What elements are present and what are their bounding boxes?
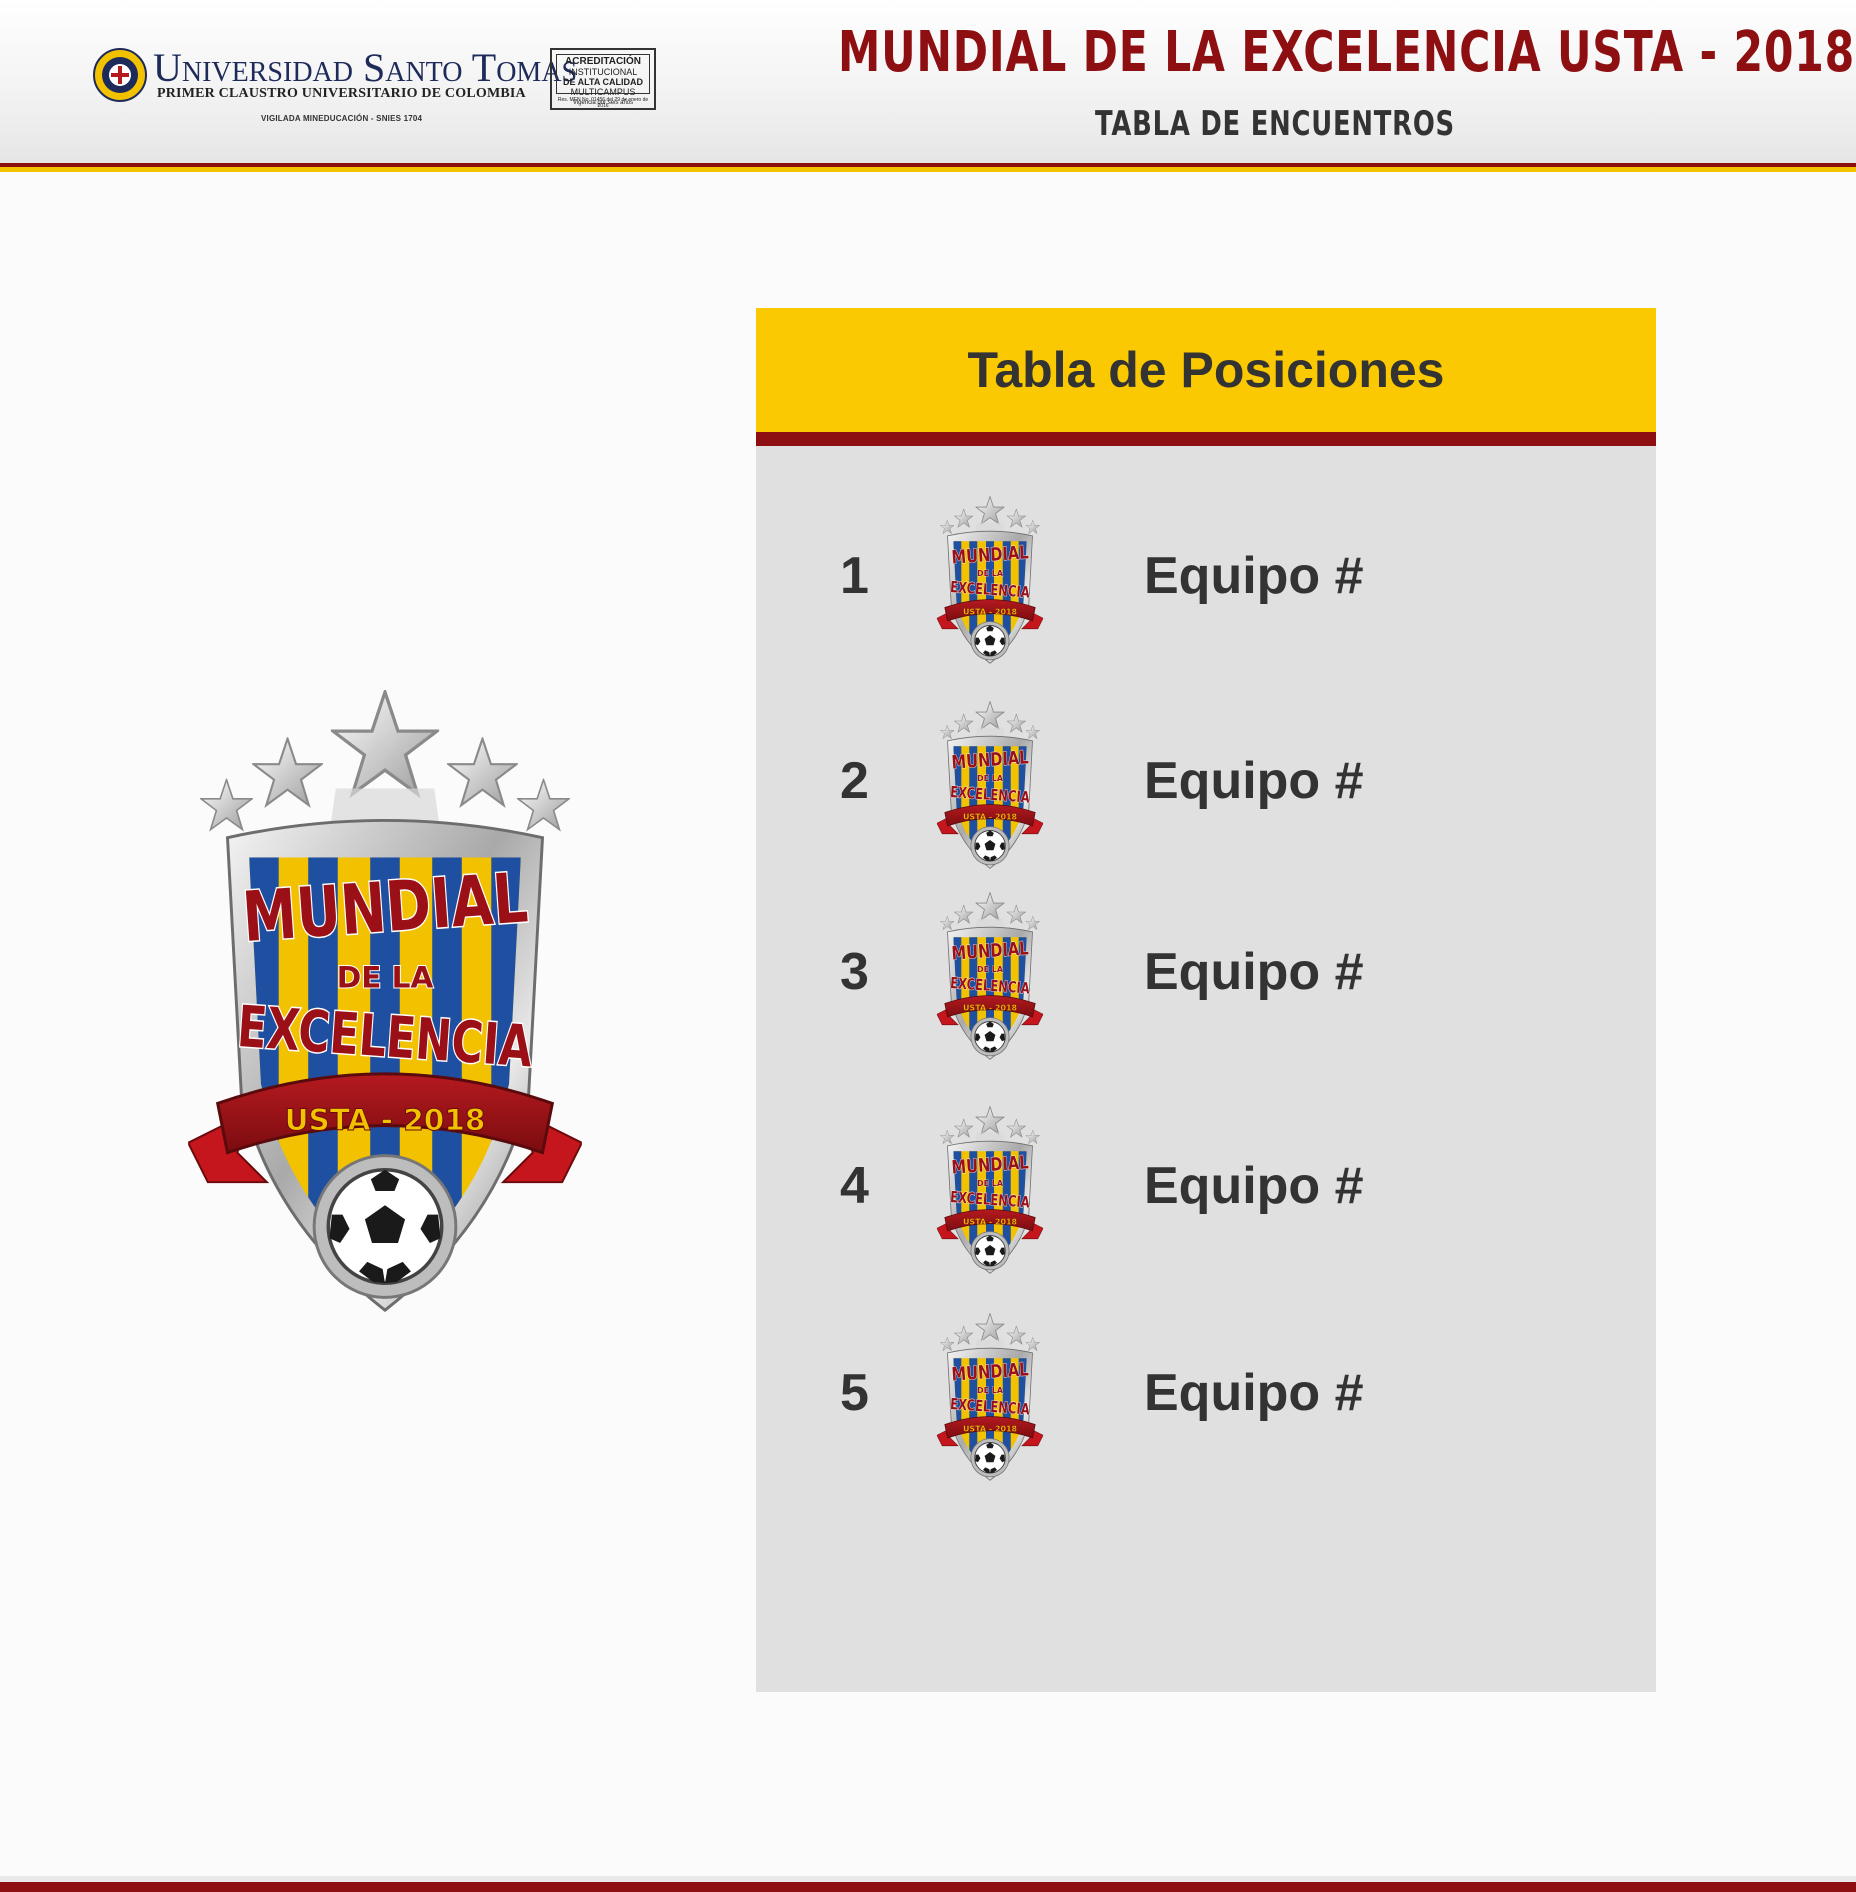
event-title: MUNDIAL DE LA EXCELENCIA USTA - 2018 bbox=[838, 20, 1855, 85]
team-rank: 1 bbox=[840, 547, 869, 605]
team-emblem-icon bbox=[932, 1313, 1048, 1483]
mundial-emblem-icon bbox=[170, 690, 600, 1320]
standings-header: Tabla de Posiciones bbox=[756, 308, 1656, 432]
team-name: Equipo # bbox=[1144, 1364, 1364, 1422]
standings-row[interactable]: 2 Equipo # bbox=[756, 691, 1656, 871]
university-subtitle: PRIMER CLAUSTRO UNIVERSITARIO DE COLOMBI… bbox=[157, 86, 526, 101]
standings-title: Tabla de Posiciones bbox=[967, 342, 1445, 398]
standings-table: Tabla de Posiciones 1 Equipo # 2 Equipo … bbox=[756, 308, 1656, 1692]
team-name: Equipo # bbox=[1144, 943, 1364, 1001]
team-emblem-icon bbox=[932, 496, 1048, 666]
team-name: Equipo # bbox=[1144, 547, 1364, 605]
accreditation-line1: ACREDITACIÓN bbox=[565, 56, 641, 67]
vigilada-label: VIGILADA MINEDUCACIÓN - SNIES 1704 bbox=[261, 114, 423, 123]
team-emblem-icon bbox=[932, 892, 1048, 1062]
team-rank: 4 bbox=[840, 1157, 869, 1215]
usta-seal-icon bbox=[93, 48, 147, 102]
standings-row[interactable]: 1 Equipo # bbox=[756, 486, 1656, 666]
accreditation-line6: Vigencia por seis años bbox=[572, 100, 634, 106]
accreditation-line4: MULTICAMPUS bbox=[570, 87, 636, 97]
team-rank: 2 bbox=[840, 752, 869, 810]
standings-row[interactable]: 5 Equipo # bbox=[756, 1303, 1656, 1483]
accreditation-line2: INSTITUCIONAL bbox=[568, 67, 638, 77]
team-emblem-icon bbox=[932, 1106, 1048, 1276]
team-emblem-icon bbox=[932, 701, 1048, 871]
standings-row[interactable]: 4 Equipo # bbox=[756, 1096, 1656, 1276]
accreditation-badge-icon: ACREDITACIÓN INSTITUCIONAL DE ALTA CALID… bbox=[550, 48, 656, 110]
university-name: Universidad Santo Tomas bbox=[153, 45, 578, 90]
team-name: Equipo # bbox=[1144, 752, 1364, 810]
header-divider-gold bbox=[0, 167, 1856, 172]
page-header: Universidad Santo Tomas PRIMER CLAUSTRO … bbox=[0, 0, 1856, 163]
team-rank: 3 bbox=[840, 943, 869, 1001]
event-subtitle: TABLA DE ENCUENTROS bbox=[1095, 104, 1455, 144]
team-rank: 5 bbox=[840, 1364, 869, 1422]
footer-bar bbox=[0, 1882, 1856, 1892]
accreditation-line3: DE ALTA CALIDAD bbox=[563, 77, 643, 87]
team-name: Equipo # bbox=[1144, 1157, 1364, 1215]
university-logo[interactable]: Universidad Santo Tomas PRIMER CLAUSTRO … bbox=[93, 46, 577, 128]
standings-header-divider bbox=[756, 432, 1656, 446]
standings-row[interactable]: 3 Equipo # bbox=[756, 882, 1656, 1062]
